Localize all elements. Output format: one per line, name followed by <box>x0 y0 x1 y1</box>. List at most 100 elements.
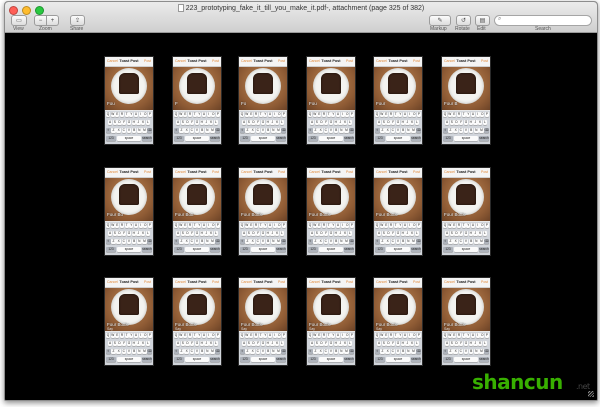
keyboard-key[interactable]: W <box>110 333 115 338</box>
keyboard-key[interactable]: M <box>411 349 416 354</box>
keyboard-key[interactable]: T <box>258 223 263 228</box>
keyboard-key[interactable]: E <box>183 223 188 228</box>
keyboard-key[interactable]: H <box>468 120 473 125</box>
phone-screen-thumbnail[interactable]: Cancel Toast Post Post Four Bottle Q W E R T Y U I O… <box>373 167 423 256</box>
keyboard-key[interactable]: C <box>189 239 195 244</box>
keyboard-key[interactable]: Q <box>240 112 245 117</box>
keyboard-key[interactable]: J <box>270 341 275 346</box>
keyboard-key[interactable]: O <box>211 333 216 338</box>
keyboard-key[interactable]: space <box>250 357 276 362</box>
keyboard-key[interactable]: C <box>390 239 396 244</box>
keyboard-key[interactable]: X <box>184 128 189 133</box>
keyboard-key[interactable]: 123 <box>240 357 250 362</box>
keyboard-key[interactable]: S <box>449 231 454 236</box>
keyboard-key[interactable]: H <box>333 120 338 125</box>
keyboard-key[interactable]: J <box>405 341 410 346</box>
keyboard-key[interactable]: X <box>453 349 458 354</box>
keyboard-key[interactable]: R <box>253 112 259 117</box>
keyboard-key[interactable]: I <box>272 112 277 117</box>
keyboard-key[interactable]: K <box>141 231 146 236</box>
keyboard-key[interactable]: V <box>194 239 200 244</box>
keyboard-key[interactable]: search <box>210 247 220 252</box>
keyboard-key[interactable]: Y <box>331 223 336 228</box>
keyboard-key[interactable]: ⌫ <box>349 349 354 354</box>
keyboard-key[interactable]: S <box>381 120 386 125</box>
keyboard-key[interactable]: space <box>385 357 411 362</box>
keyboard-key[interactable]: ⇧ <box>443 349 448 354</box>
keyboard-key[interactable]: C <box>390 128 396 133</box>
keyboard-key[interactable]: B <box>468 349 474 354</box>
keyboard-key[interactable]: ⇧ <box>443 128 448 133</box>
keyboard-key[interactable]: R <box>388 223 394 228</box>
keyboard-key[interactable]: Y <box>197 112 202 117</box>
keyboard-key[interactable]: W <box>312 333 317 338</box>
keyboard-key[interactable]: H <box>131 120 136 125</box>
keyboard-key[interactable]: G <box>126 120 132 125</box>
keyboard-key[interactable]: K <box>209 341 214 346</box>
keyboard-key[interactable]: Y <box>129 223 134 228</box>
keyboard-key[interactable]: search <box>276 136 286 141</box>
keyboard-key[interactable]: V <box>194 349 200 354</box>
keyboard-key[interactable]: ⌫ <box>349 239 354 244</box>
keyboard-key[interactable]: B <box>468 239 474 244</box>
keyboard-key[interactable]: Z <box>245 128 250 133</box>
keyboard-key[interactable]: E <box>183 333 188 338</box>
phone-screen-thumbnail[interactable]: Cancel Toast Post Post F Q W E R T Y U I O P A S D F G H J K L… <box>172 56 222 145</box>
keyboard-key[interactable]: P <box>416 223 421 228</box>
keyboard-key[interactable]: M <box>276 349 281 354</box>
keyboard-key[interactable]: E <box>384 112 389 117</box>
keyboard-key[interactable]: R <box>388 112 394 117</box>
keyboard-key[interactable]: Z <box>380 128 385 133</box>
keyboard-key[interactable]: E <box>317 223 322 228</box>
keyboard-key[interactable]: P <box>281 112 286 117</box>
keyboard-key[interactable]: L <box>145 120 151 125</box>
rotate-button[interactable]: ↺ <box>456 15 471 26</box>
keyboard-key[interactable]: D <box>319 231 324 236</box>
keyboard-key[interactable]: search <box>479 136 489 141</box>
keyboard-key[interactable]: ⇧ <box>174 128 179 133</box>
keyboard-key[interactable]: ⌫ <box>416 128 421 133</box>
keyboard-key[interactable]: E <box>115 112 120 117</box>
keyboard-key[interactable]: I <box>272 333 277 338</box>
keyboard-key[interactable]: S <box>112 231 117 236</box>
keyboard-key[interactable]: 123 <box>375 357 385 362</box>
keyboard-key[interactable]: O <box>143 223 148 228</box>
keyboard-key[interactable]: F <box>324 341 329 346</box>
keyboard-key[interactable]: V <box>328 349 334 354</box>
keyboard-key[interactable]: U <box>267 112 273 117</box>
keyboard-key[interactable]: W <box>178 333 183 338</box>
keyboard-key[interactable]: O <box>277 112 282 117</box>
keyboard-key[interactable]: H <box>131 341 136 346</box>
phone-screen-thumbnail[interactable]: Cancel Toast Post Post Four Bottle Say Q W E R T Y… <box>306 277 356 366</box>
keyboard-key[interactable]: ⌫ <box>281 349 286 354</box>
keyboard-key[interactable]: W <box>110 112 115 117</box>
keyboard-key[interactable]: space <box>250 247 276 252</box>
keyboard-key[interactable]: V <box>260 239 266 244</box>
keyboard-key[interactable]: Q <box>375 112 380 117</box>
keyboard-key[interactable]: Z <box>111 349 116 354</box>
keyboard-key[interactable]: I <box>407 112 412 117</box>
share-button[interactable]: ⇪ <box>70 15 85 26</box>
keyboard-key[interactable]: C <box>390 349 396 354</box>
keyboard-key[interactable]: ⇧ <box>375 239 380 244</box>
keyboard-key[interactable]: H <box>265 120 270 125</box>
keyboard-key[interactable]: G <box>328 120 334 125</box>
keyboard-key[interactable]: K <box>275 120 280 125</box>
keyboard-key[interactable]: O <box>211 112 216 117</box>
keyboard-key[interactable]: N <box>205 128 210 133</box>
keyboard-key[interactable]: V <box>126 349 132 354</box>
keyboard-key[interactable]: F <box>324 231 329 236</box>
keyboard-key[interactable]: U <box>133 223 139 228</box>
keyboard-key[interactable]: K <box>478 120 483 125</box>
keyboard-key[interactable]: D <box>251 341 256 346</box>
keyboard-key[interactable]: I <box>206 333 211 338</box>
keyboard-key[interactable]: H <box>199 341 204 346</box>
keyboard-key[interactable]: O <box>277 223 282 228</box>
keyboard-key[interactable]: ⌫ <box>349 128 354 133</box>
phone-screen-thumbnail[interactable]: Cancel Toast Post Post Four Bottle Say Q W E R T Y… <box>104 277 154 366</box>
keyboard-key[interactable]: Z <box>111 128 116 133</box>
keyboard-key[interactable]: B <box>468 128 474 133</box>
keyboard-key[interactable]: Y <box>263 112 268 117</box>
keyboard-key[interactable]: G <box>194 120 200 125</box>
keyboard-key[interactable]: X <box>453 239 458 244</box>
